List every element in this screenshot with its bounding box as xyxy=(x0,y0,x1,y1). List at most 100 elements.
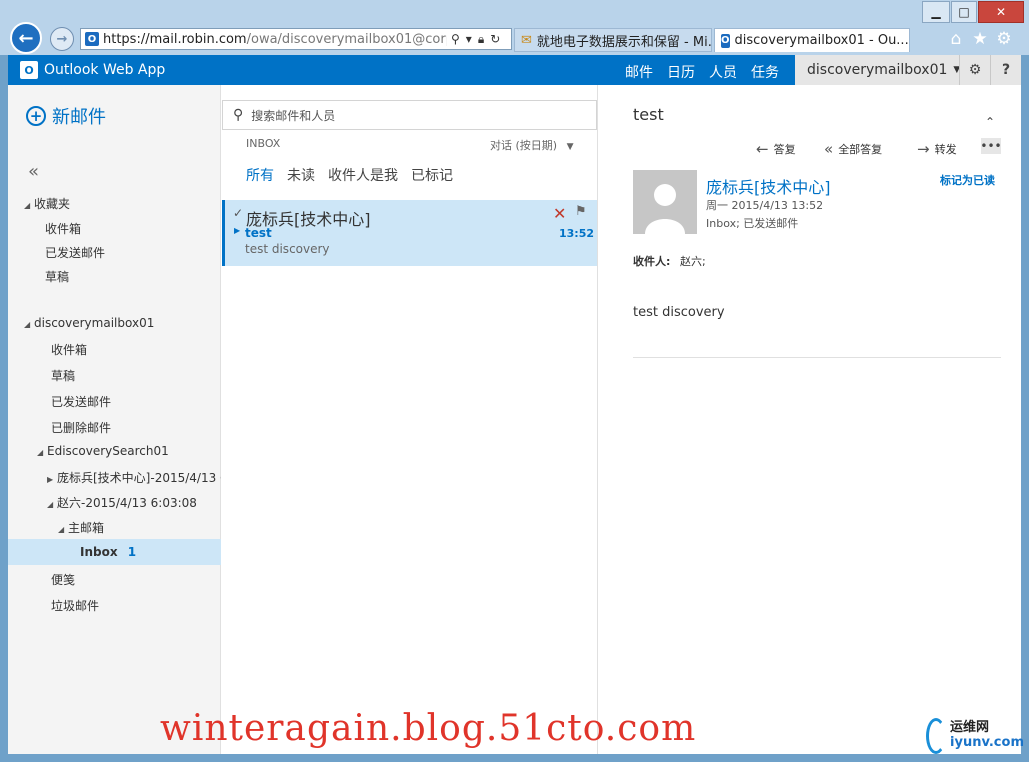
delete-icon[interactable]: ✕ xyxy=(553,204,566,223)
folder-inbox[interactable]: 收件箱 xyxy=(51,341,87,358)
sort-dropdown[interactable]: 对话 (按日期) ▼ xyxy=(490,137,574,153)
collapsed-triangle-icon: ▶ xyxy=(47,475,54,484)
folder-drafts[interactable]: 草稿 xyxy=(51,367,75,384)
forward-button[interactable]: → 转发 xyxy=(917,140,957,158)
filter-bar: 所有 未读 收件人是我 已标记 xyxy=(246,165,453,185)
filter-unread[interactable]: 未读 xyxy=(287,165,315,185)
app-name: Outlook Web App xyxy=(44,62,166,78)
favorites-header[interactable]: ◢ 收藏夹 xyxy=(24,195,70,212)
mark-as-read-link[interactable]: 标记为已读 xyxy=(940,172,995,188)
reading-sender[interactable]: 庞标兵[技术中心] xyxy=(706,174,831,198)
collapse-header-icon[interactable]: ⌃ xyxy=(985,115,995,129)
reply-icon: ← xyxy=(756,140,769,158)
back-button[interactable]: ← xyxy=(10,22,42,54)
reading-date: 周一 2015/4/13 13:52 xyxy=(706,199,824,212)
folder-search-result-1[interactable]: ▶ 庞标兵[技术中心]-2015/4/13 6 xyxy=(47,469,221,486)
watermark-badge: 运维网 iyunv.com xyxy=(926,714,1024,758)
expand-triangle-icon[interactable]: ▶ xyxy=(234,226,240,235)
outlook-favicon: O xyxy=(721,33,730,48)
browser-tab-mailbox[interactable]: O discoverymailbox01 - Ou... ✕ xyxy=(714,28,910,52)
nav-mail[interactable]: 邮件 xyxy=(625,62,653,82)
help-button[interactable]: ? xyxy=(990,55,1021,85)
watermark-text: winteragain.blog.51cto.com xyxy=(160,708,697,749)
folder-primary-mailbox[interactable]: ◢ 主邮箱 xyxy=(58,519,104,536)
user-menu[interactable]: discoverymailbox01 ▼ xyxy=(795,55,960,85)
current-folder-label: INBOX xyxy=(246,137,281,150)
pane-divider xyxy=(597,85,598,754)
person-icon xyxy=(645,184,685,234)
expand-triangle-icon: ◢ xyxy=(24,320,31,329)
home-icon[interactable]: ⌂ xyxy=(946,29,966,49)
plus-icon: + xyxy=(26,106,46,126)
url-text: https://mail.robin.com/owa/discoverymail… xyxy=(103,31,447,47)
favorite-drafts[interactable]: 草稿 xyxy=(45,268,69,285)
star-icon[interactable]: ★ xyxy=(970,29,990,49)
search-input[interactable]: ⚲ 搜索邮件和人员 xyxy=(222,100,597,130)
folder-sent[interactable]: 已发送邮件 xyxy=(51,393,111,410)
arrow-right-icon: → xyxy=(56,31,68,47)
recipients-label: 收件人: xyxy=(633,255,671,268)
recipients-value[interactable]: 赵六; xyxy=(680,253,706,269)
browser-tab-ediscovery[interactable]: ✉ 就地电子数据展示和保留 - Mi... xyxy=(514,28,712,52)
refresh-icon[interactable]: ↻ xyxy=(490,32,500,47)
folder-inbox-result[interactable]: Inbox 1 xyxy=(80,545,136,559)
message-preview: test discovery xyxy=(245,242,330,256)
folder-search-result-2[interactable]: ◢ 赵六-2015/4/13 6:03:08 xyxy=(47,494,197,511)
nav-calendar[interactable]: 日历 xyxy=(667,62,695,82)
chevron-down-icon: ▼ xyxy=(566,142,574,152)
outlook-favicon: O xyxy=(85,32,99,46)
expand-triangle-icon: ◢ xyxy=(37,448,44,457)
expand-triangle-icon: ◢ xyxy=(58,525,65,534)
dropdown-icon[interactable]: ▾ xyxy=(466,32,472,47)
outlook-logo-icon: O xyxy=(20,61,38,79)
search-placeholder: 搜索邮件和人员 xyxy=(251,108,336,123)
folder-deleted[interactable]: 已删除邮件 xyxy=(51,419,111,436)
message-body: test discovery xyxy=(633,305,725,320)
filter-to-me[interactable]: 收件人是我 xyxy=(328,165,398,185)
divider xyxy=(633,357,1001,358)
favorite-inbox[interactable]: 收件箱 xyxy=(45,220,81,237)
reading-folder: Inbox; 已发送邮件 xyxy=(706,217,799,230)
mailbox-header[interactable]: ◢ discoverymailbox01 xyxy=(24,316,154,330)
forward-icon: → xyxy=(917,140,930,158)
minimize-button[interactable]: ▁ xyxy=(922,1,950,23)
tab-label: 就地电子数据展示和保留 - Mi... xyxy=(536,34,712,50)
message-time: 13:52 xyxy=(559,227,595,240)
folder-junk[interactable]: 垃圾邮件 xyxy=(51,597,99,614)
new-mail-button[interactable]: + 新邮件 xyxy=(26,103,106,129)
check-icon[interactable]: ✓ xyxy=(233,206,243,220)
flag-icon[interactable]: ⚑ xyxy=(575,204,587,219)
forward-button[interactable]: → xyxy=(50,27,74,51)
folder-pane: + 新邮件 « ◢ 收藏夹 收件箱 已发送邮件 草稿 ◢ discoverymail… xyxy=(8,85,221,754)
favorite-sent[interactable]: 已发送邮件 xyxy=(45,244,105,261)
user-name: discoverymailbox01 xyxy=(807,62,948,78)
sender-avatar xyxy=(633,170,697,234)
close-window-button[interactable]: ✕ xyxy=(978,1,1024,23)
filter-flagged[interactable]: 已标记 xyxy=(411,165,453,185)
reply-all-button[interactable]: «全部答复 xyxy=(824,140,882,158)
badge-en: iyunv.com xyxy=(950,735,1024,750)
settings-button[interactable]: ⚙ xyxy=(959,55,990,85)
maximize-button[interactable]: □ xyxy=(951,1,977,23)
collapse-pane-button[interactable]: « xyxy=(28,161,39,182)
folder-ediscovery-search[interactable]: ◢ EdiscoverySearch01 xyxy=(37,444,169,458)
arrow-left-icon: ← xyxy=(18,27,34,49)
message-subject: test xyxy=(245,226,272,240)
mail-icon: ✉ xyxy=(521,32,532,48)
message-list-item[interactable]: ✓ 庞标兵[技术中心] ▶ test test discovery ✕ ⚑ 13… xyxy=(222,200,597,266)
help-icon: ? xyxy=(1001,62,1011,78)
lock-icon: 🔒︎ xyxy=(477,31,485,46)
address-bar[interactable]: O https://mail.robin.com/owa/discoveryma… xyxy=(80,28,512,50)
expand-triangle-icon: ◢ xyxy=(47,500,54,509)
nav-tasks[interactable]: 任务 xyxy=(751,62,779,82)
reading-subject: test xyxy=(633,105,664,124)
owa-content: + 新邮件 « ◢ 收藏夹 收件箱 已发送邮件 草稿 ◢ discoverymail… xyxy=(8,85,1021,754)
gear-icon[interactable]: ⚙ xyxy=(994,29,1014,49)
search-icon[interactable]: ⚲ xyxy=(451,32,460,47)
filter-all[interactable]: 所有 xyxy=(246,165,274,185)
more-actions-button[interactable]: ••• xyxy=(980,138,1002,154)
reply-button[interactable]: ← 答复 xyxy=(756,140,796,158)
folder-notes[interactable]: 便笺 xyxy=(51,571,75,588)
owa-logo[interactable]: O Outlook Web App xyxy=(20,61,165,79)
nav-people[interactable]: 人员 xyxy=(709,62,737,82)
